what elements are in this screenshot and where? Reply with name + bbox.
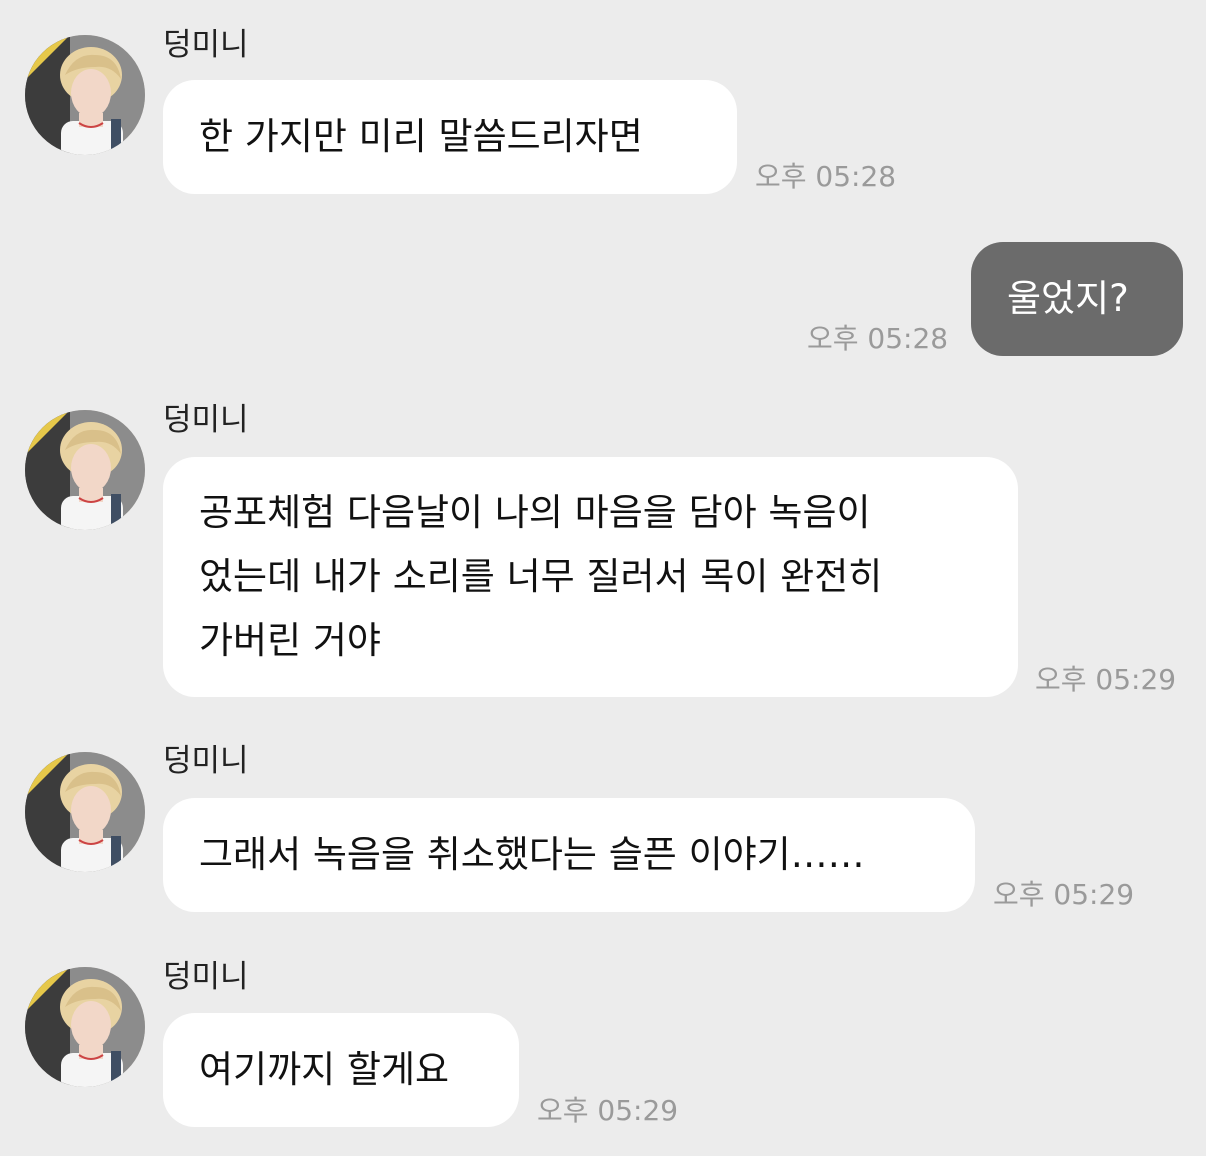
message-text-line: 었는데 내가 소리를 너무 질러서 목이 완전히 <box>199 555 883 598</box>
message-time: 오후 05:28 <box>755 160 897 193</box>
avatar-image <box>25 410 145 530</box>
sender-name: 덩미니 <box>163 959 249 995</box>
message-text: 울었지? <box>1007 277 1129 320</box>
message-time: 오후 05:29 <box>537 1094 679 1127</box>
message-text-line: 가버린 거야 <box>199 619 381 662</box>
message-time: 오후 05:29 <box>993 878 1135 911</box>
avatar-image <box>25 967 145 1087</box>
avatar-image <box>25 35 145 155</box>
message-time: 오후 05:29 <box>1035 663 1177 696</box>
avatar[interactable] <box>25 410 145 530</box>
outgoing-message-bubble[interactable]: 울었지? <box>971 242 1183 356</box>
message-bubble[interactable]: 그래서 녹음을 취소했다는 슬픈 이야기…… <box>163 798 975 912</box>
sender-name: 덩미니 <box>163 402 249 438</box>
message-time: 오후 05:28 <box>807 322 949 355</box>
avatar-image <box>25 752 145 872</box>
sender-name: 덩미니 <box>163 743 249 779</box>
message-bubble[interactable]: 공포체험 다음날이 나의 마음을 담아 녹음이 었는데 내가 소리를 너무 질러… <box>163 457 1018 697</box>
message-text-line: 공포체험 다음날이 나의 마음을 담아 녹음이 <box>199 491 871 534</box>
message-bubble[interactable]: 한 가지만 미리 말씀드리자면 <box>163 80 737 194</box>
message-text: 한 가지만 미리 말씀드리자면 <box>199 115 643 158</box>
avatar[interactable] <box>25 35 145 155</box>
sender-name: 덩미니 <box>163 27 249 63</box>
avatar[interactable] <box>25 967 145 1087</box>
message-bubble[interactable]: 여기까지 할게요 <box>163 1013 519 1127</box>
avatar[interactable] <box>25 752 145 872</box>
message-text: 여기까지 할게요 <box>199 1048 450 1091</box>
message-text: 그래서 녹음을 취소했다는 슬픈 이야기…… <box>199 833 865 876</box>
